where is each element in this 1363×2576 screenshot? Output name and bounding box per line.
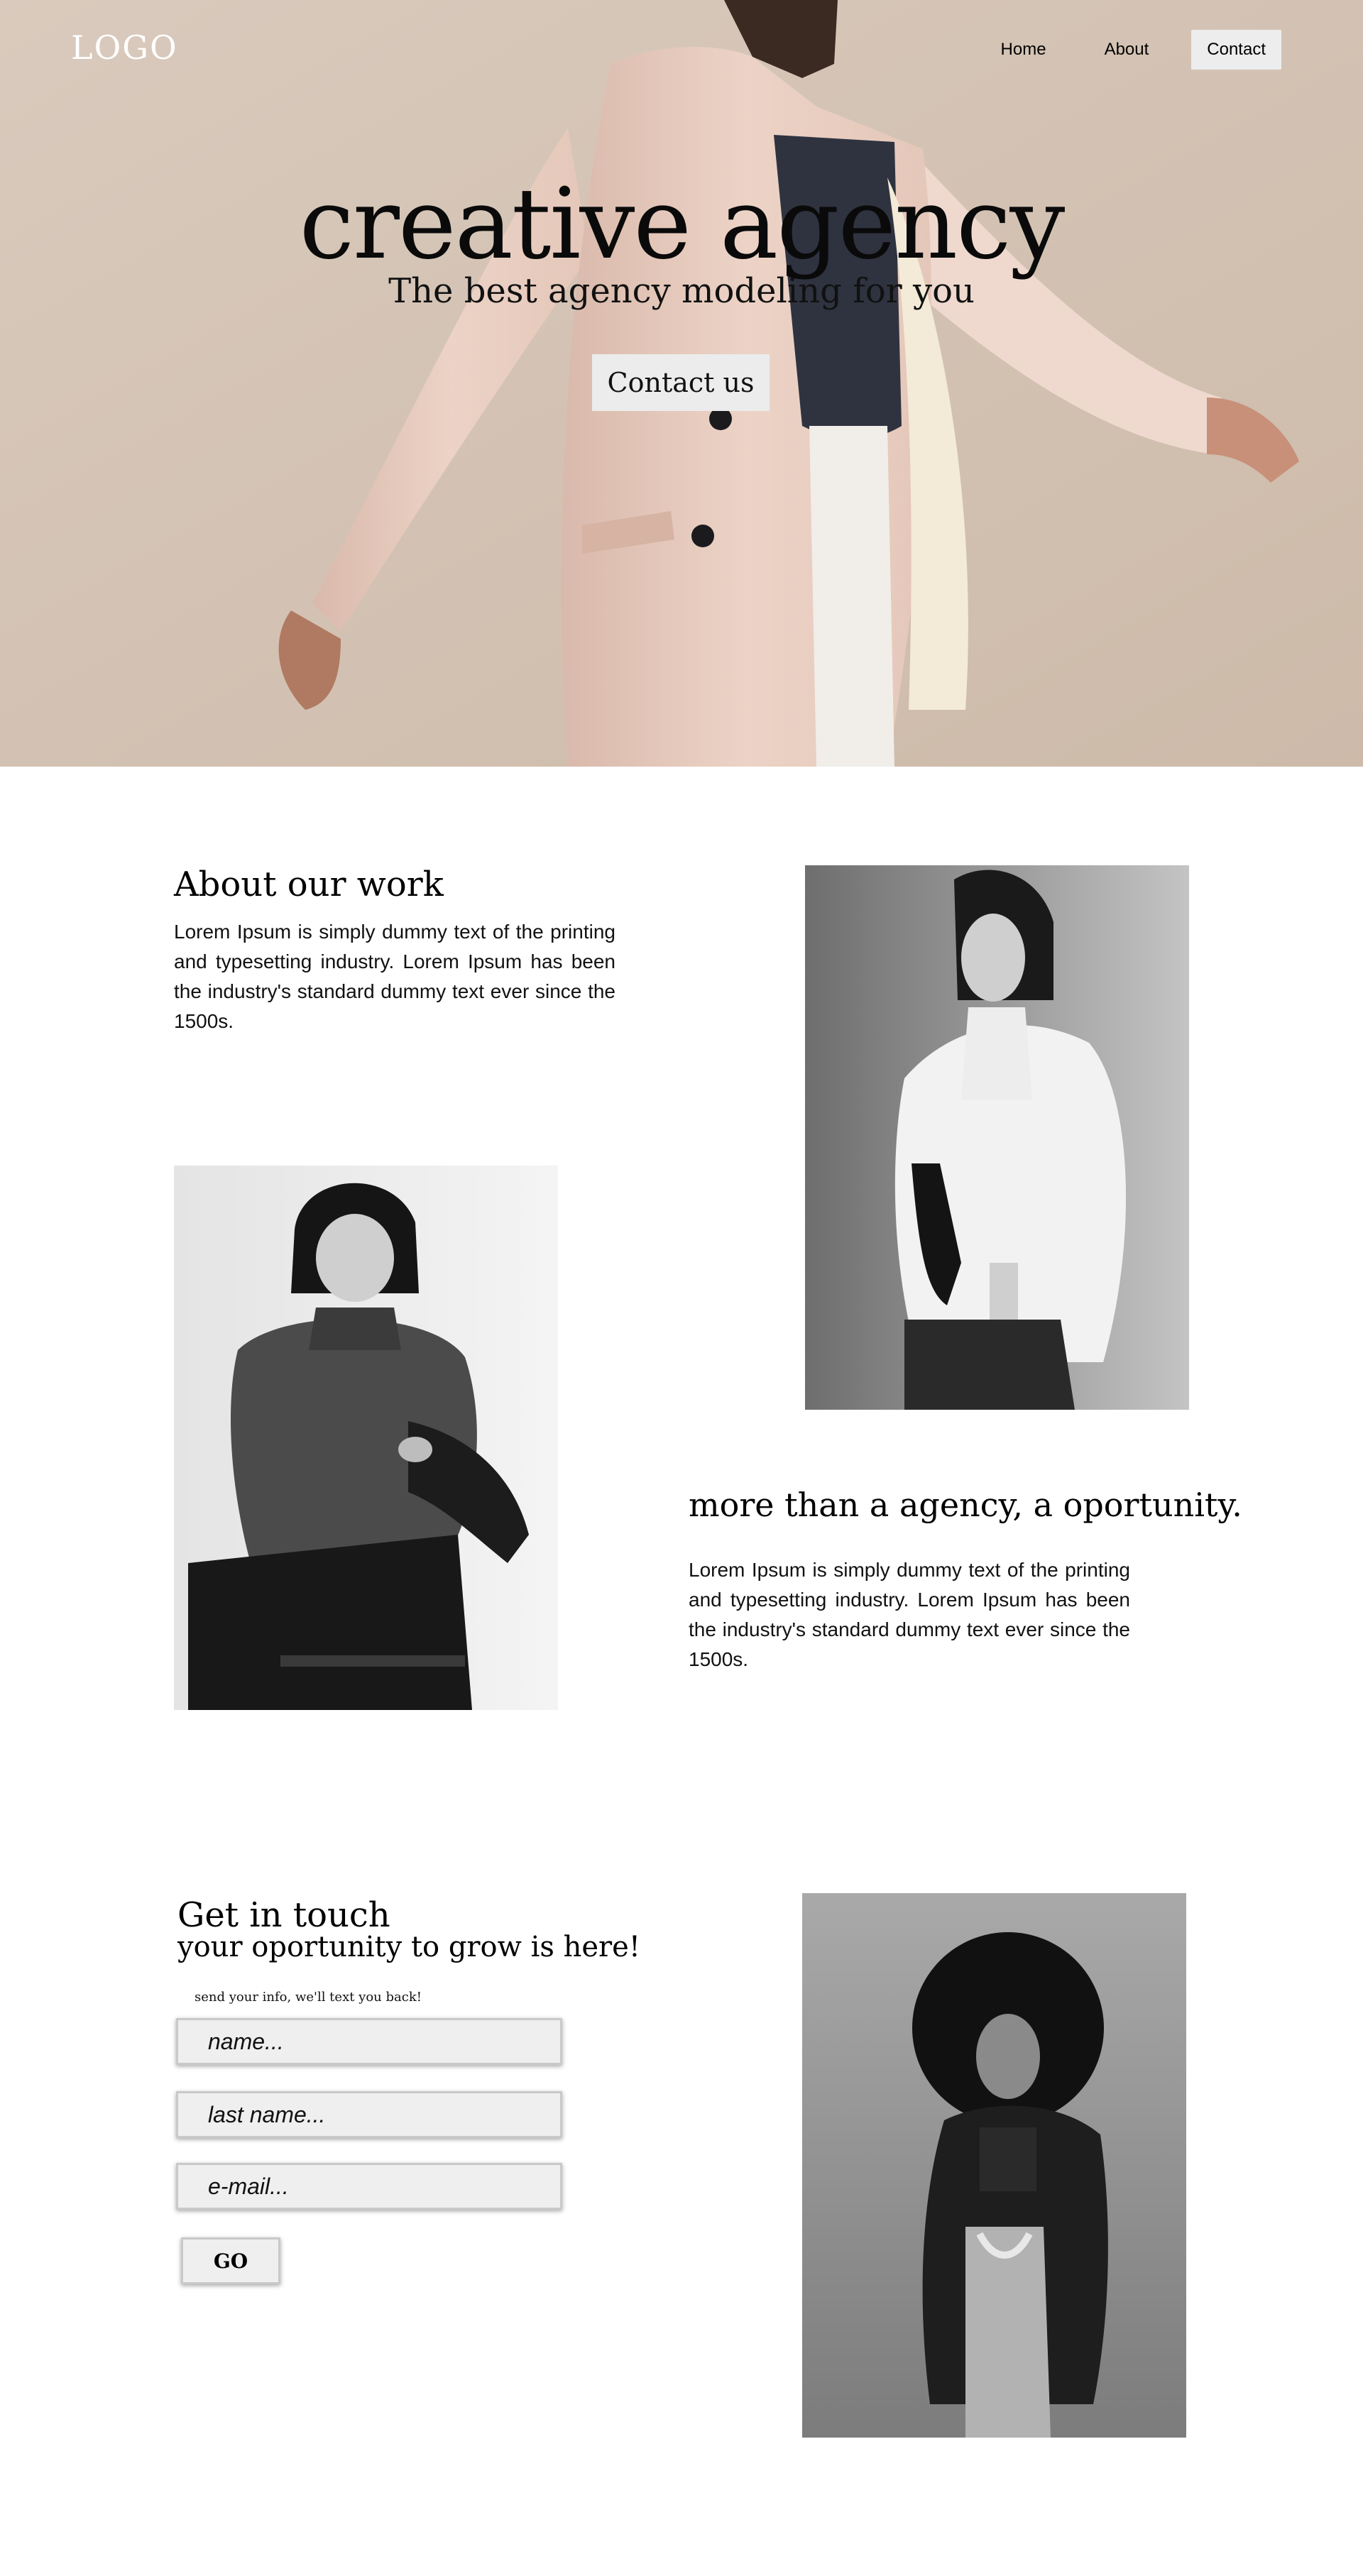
nav-contact-button[interactable]: Contact (1191, 30, 1281, 70)
contact-title: Get in touch (177, 1895, 390, 1935)
hero-title: creative agency (299, 167, 1066, 281)
more-text: Lorem Ipsum is simply dummy text of the … (689, 1559, 1130, 1670)
contact-us-button[interactable]: Contact us (592, 354, 770, 411)
contact-subtitle: your oportunity to grow is here! (177, 1931, 640, 1963)
go-button[interactable]: GO (181, 2237, 280, 2284)
more-title: more than a agency, a oportunity. (689, 1486, 1242, 1524)
contact-note: send your info, we'll text you back! (195, 1990, 422, 2005)
email-input[interactable] (176, 2163, 562, 2210)
logo[interactable]: LOGO (71, 28, 178, 67)
model-afro-jacket-photo (802, 1893, 1186, 2438)
hero-section: LOGO Home About Contact creative agency … (0, 0, 1363, 767)
hero-subtitle: The best agency modeling for you (388, 271, 975, 311)
about-text: Lorem Ipsum is simply dummy text of the … (174, 921, 615, 1032)
last-name-input[interactable] (176, 2091, 562, 2138)
about-title: About our work (174, 865, 444, 904)
model-white-jacket-photo (805, 865, 1189, 1410)
nav-home-link[interactable]: Home (985, 30, 1062, 70)
name-input[interactable] (176, 2018, 562, 2065)
top-nav: Home About Contact (985, 30, 1281, 70)
model-sweater-chair-photo (174, 1166, 558, 1710)
nav-about-link[interactable]: About (1089, 30, 1165, 70)
